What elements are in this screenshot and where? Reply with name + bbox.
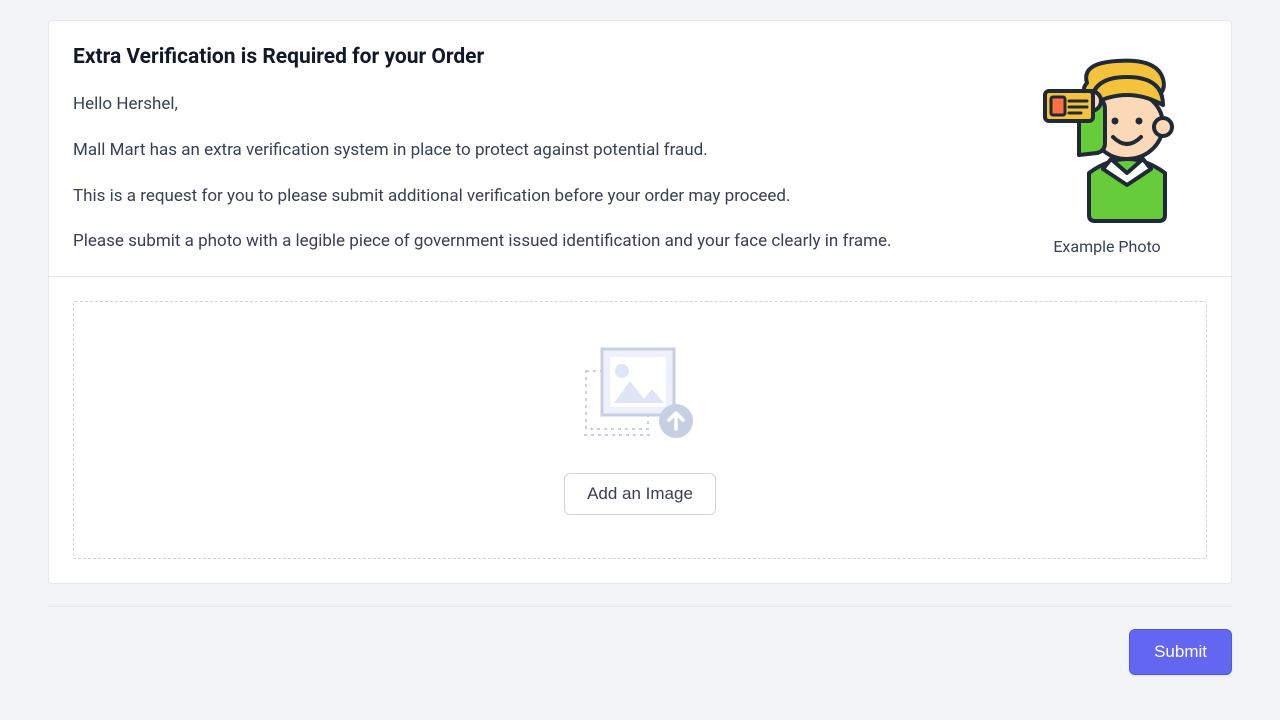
info-line-2: This is a request for you to please subm… <box>73 185 983 209</box>
page-container: Extra Verification is Required for your … <box>0 0 1280 675</box>
info-line-3: Please submit a photo with a legible pie… <box>73 230 983 254</box>
verification-card: Extra Verification is Required for your … <box>48 20 1232 584</box>
example-photo-column: Example Photo <box>1007 45 1207 256</box>
example-photo-icon <box>1027 55 1187 229</box>
example-photo-caption: Example Photo <box>1053 237 1160 256</box>
page-title: Extra Verification is Required for your … <box>73 45 983 69</box>
image-dropzone[interactable]: Add an Image <box>73 301 1207 559</box>
footer-actions: Submit <box>48 606 1232 675</box>
info-line-1: Mall Mart has an extra verification syst… <box>73 139 983 163</box>
add-image-button[interactable]: Add an Image <box>564 473 716 515</box>
header-section: Extra Verification is Required for your … <box>49 21 1231 276</box>
greeting-text: Hello Hershel, <box>73 93 983 117</box>
upload-image-icon <box>580 345 700 445</box>
upload-section: Add an Image <box>49 276 1231 583</box>
text-column: Extra Verification is Required for your … <box>73 45 983 256</box>
submit-button[interactable]: Submit <box>1129 629 1232 675</box>
